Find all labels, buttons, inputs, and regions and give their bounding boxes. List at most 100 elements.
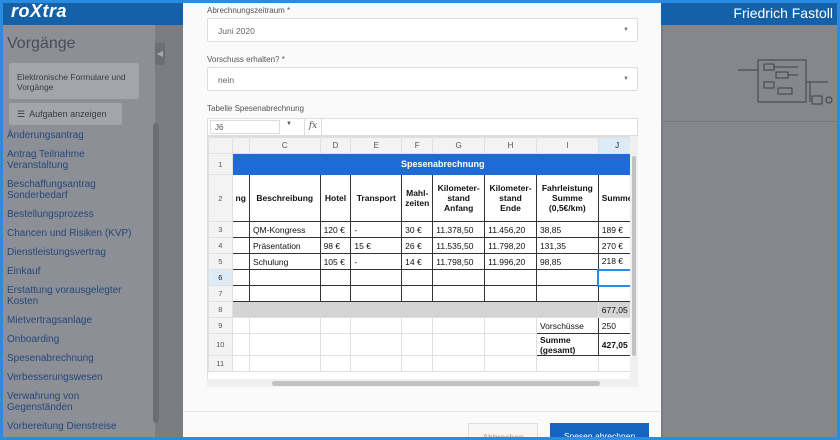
table-cell[interactable]: 131,35 [535,237,599,254]
user-name[interactable]: Friedrich Fastoll [733,5,833,21]
column-header[interactable]: D [319,137,352,154]
row-number[interactable]: 8 [208,301,233,318]
header-cell[interactable]: Kilometer-stand Ende [484,174,537,222]
sidebar-item-dienstleistungsvertrag[interactable]: Dienstleistungsvertrag [7,247,147,258]
table-cell[interactable] [319,355,352,372]
row-number[interactable]: 1 [208,153,233,175]
table-cell[interactable] [231,285,250,302]
table-cell[interactable]: QM-Kongress [248,221,321,238]
table-cell[interactable]: 30 € [401,221,434,238]
table-cell[interactable] [231,269,250,286]
table-cell[interactable] [484,285,537,302]
table-cell[interactable] [432,355,486,372]
sidebar-item-erstattung[interactable]: Erstattung vorausgelegter Kosten [7,285,147,307]
table-cell[interactable]: 11.996,20 [484,253,537,270]
table-title-edge[interactable] [231,153,250,175]
header-cell[interactable]: Transport [350,174,403,222]
table-cell[interactable] [231,317,250,334]
header-cell[interactable]: Beschreibung [248,174,321,222]
table-cell[interactable] [350,285,403,302]
sheet-title[interactable]: Spesenabrechnung [248,153,637,175]
table-cell[interactable]: 120 € [319,221,352,238]
row-number[interactable]: 5 [208,253,233,270]
table-cell[interactable] [319,317,352,334]
period-select[interactable]: Juni 2020 ▼ [207,18,638,42]
horizontal-scrollbar[interactable] [207,379,638,387]
advance-select[interactable]: nein ▼ [207,67,638,91]
row-number[interactable]: 9 [208,317,233,334]
chevron-down-icon[interactable]: ▼ [286,121,292,127]
sidebar-item-beschaffungsantrag[interactable]: Beschaffungsantrag Sonderbedarf [7,179,147,201]
sidebar-item-mietvertragsanlage[interactable]: Mietvertragsanlage [7,315,147,326]
show-tasks-button[interactable]: ☰ Aufgaben anzeigen [9,103,122,125]
table-cell[interactable] [231,355,250,372]
table-cell[interactable] [248,285,321,302]
sidebar-item-chancen-risiken[interactable]: Chancen und Risiken (KVP) [7,228,147,239]
table-cell[interactable]: - [350,253,403,270]
table-cell[interactable]: 14 € [401,253,434,270]
table-cell[interactable]: 98,85 [535,253,599,270]
table-cell[interactable]: 11.798,50 [432,253,486,270]
table-cell[interactable] [484,317,537,334]
table-cell[interactable]: 11.798,20 [484,237,537,254]
table-cell[interactable] [248,355,321,372]
table-cell[interactable] [484,355,537,372]
table-cell[interactable] [484,269,537,286]
total-row-fill[interactable] [231,301,599,318]
vertical-scroll-thumb[interactable] [632,156,636,356]
table-cell[interactable] [231,253,250,270]
vertical-scrollbar[interactable] [630,136,638,380]
sidebar-item-aenderungsantrag[interactable]: Änderungsantrag [7,130,147,141]
table-cell[interactable] [350,317,403,334]
table-cell[interactable] [401,317,434,334]
table-cell[interactable]: Präsentation [248,237,321,254]
header-cell[interactable]: Hotel [319,174,352,222]
table-cell[interactable] [350,269,403,286]
sidebar-scrollbar[interactable] [153,123,159,423]
table-cell[interactable] [401,333,434,356]
table-cell[interactable] [231,221,250,238]
forms-button[interactable]: Elektronische Formulare und Vorgänge [9,63,139,99]
table-cell[interactable] [535,269,599,286]
table-cell[interactable]: 26 € [401,237,434,254]
function-icon[interactable]: fx [304,119,322,135]
column-header[interactable]: F [401,137,434,154]
column-header[interactable]: E [350,137,403,154]
table-cell[interactable]: 11.378,50 [432,221,486,238]
table-cell[interactable] [350,355,403,372]
table-cell[interactable] [231,333,250,356]
row-number[interactable]: 6 [208,269,233,286]
sidebar-item-verwahrung[interactable]: Verwahrung von Gegenständen [7,391,147,413]
table-cell[interactable] [432,333,486,356]
sidebar-item-dienstreise[interactable]: Vorbereitung Dienstreise [7,421,147,432]
horizontal-scroll-thumb[interactable] [272,381,600,386]
table-cell[interactable]: - [350,221,403,238]
table-cell[interactable] [432,269,486,286]
sidebar-item-onboarding[interactable]: Onboarding [7,334,147,345]
table-cell[interactable] [319,269,352,286]
column-header[interactable]: H [484,137,537,154]
table-cell[interactable] [401,285,434,302]
collapse-sidebar-icon[interactable]: ◀ [155,43,165,65]
sidebar-item-antrag-teilnahme[interactable]: Antrag Teilnahme Veranstaltung [7,149,147,171]
table-cell[interactable] [484,333,537,356]
table-cell[interactable]: 98 € [319,237,352,254]
table-cell[interactable] [535,355,599,372]
advance-label-cell[interactable]: Vorschüsse [535,317,599,334]
table-cell[interactable] [248,317,321,334]
sidebar-item-einkauf[interactable]: Einkauf [7,266,147,277]
table-cell[interactable] [350,333,403,356]
table-cell[interactable] [248,333,321,356]
table-cell[interactable]: 38,85 [535,221,599,238]
table-cell[interactable] [248,269,321,286]
table-cell[interactable]: 11.535,50 [432,237,486,254]
row-number[interactable]: 4 [208,237,233,254]
row-number[interactable]: 2 [208,174,233,222]
row-number[interactable]: 7 [208,285,233,302]
table-cell[interactable] [535,285,599,302]
header-cell[interactable]: ng [231,174,250,222]
table-cell[interactable]: 15 € [350,237,403,254]
cell-reference-box[interactable]: J6 [210,120,280,134]
header-cell[interactable]: Mahl-zeiten [401,174,434,222]
table-cell[interactable] [432,317,486,334]
